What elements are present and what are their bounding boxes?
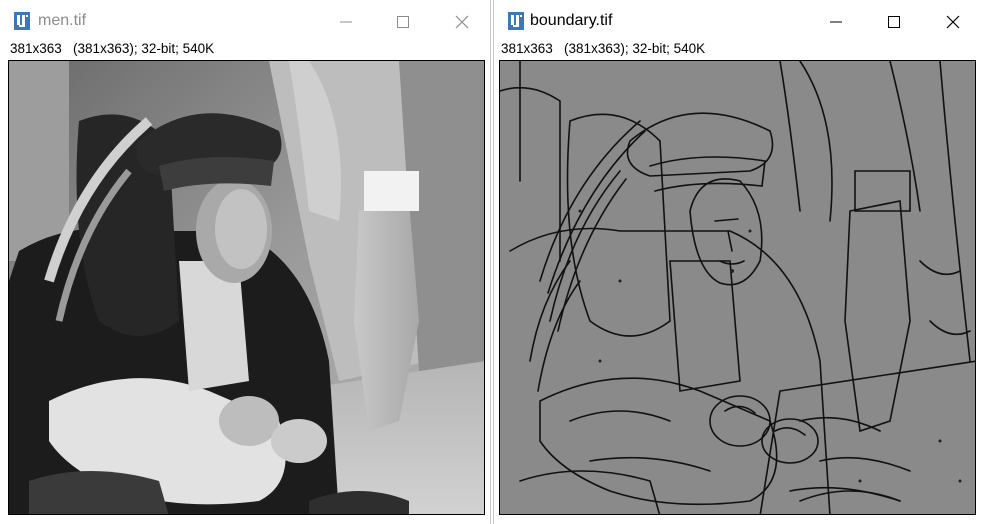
close-icon [455,15,469,29]
grayscale-photo [9,61,484,514]
image-info: 381x363 (381x363); 32-bit; 540K [10,41,215,56]
minimize-button[interactable] [323,6,369,38]
window-title: men.tif [38,12,87,29]
close-icon [946,15,960,29]
image-window-men[interactable]: men.tif 381x363 (381x363); 32-bit; 540K [0,0,491,524]
maximize-button[interactable] [380,6,426,38]
maximize-button[interactable] [871,6,917,38]
imagej-icon [14,12,30,30]
minimize-icon [340,21,352,23]
window-title: boundary.tif [530,12,613,29]
title-bar[interactable]: men.tif [0,0,490,40]
minimize-icon [830,21,842,23]
close-button[interactable] [439,6,485,38]
minimize-button[interactable] [813,6,859,38]
maximize-icon [397,16,409,28]
maximize-icon [888,16,900,28]
title-bar[interactable]: boundary.tif [494,0,986,40]
image-canvas[interactable] [499,60,976,515]
close-button[interactable] [930,6,976,38]
edge-map [500,61,975,514]
image-window-boundary[interactable]: boundary.tif 381x363 (381x363); 32-bit; … [493,0,986,524]
image-canvas[interactable] [8,60,485,515]
image-info: 381x363 (381x363); 32-bit; 540K [501,41,706,56]
imagej-icon [508,12,524,30]
